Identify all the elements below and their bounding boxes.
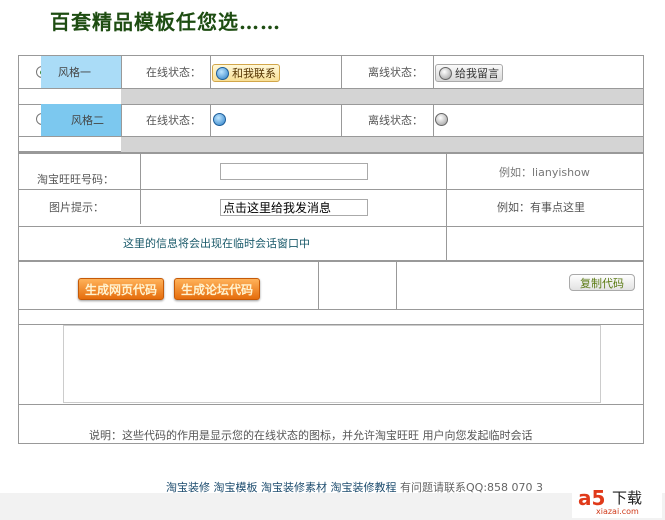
copy-code-button[interactable]: 复制代码 [569, 274, 635, 291]
wangwang-offline-icon [439, 66, 452, 80]
online-label: 在线状态： [146, 66, 201, 79]
footer-bar [0, 493, 665, 520]
contact-me-button[interactable]: 和我联系 [212, 64, 280, 82]
generate-forum-code-button[interactable]: 生成论坛代码 [174, 278, 261, 300]
wangwang-label: 淘宝旺旺号码： [37, 173, 114, 186]
code-output-textarea[interactable] [63, 325, 601, 403]
page-title: 百套精品模板任您选…… [50, 10, 281, 34]
leave-message-button[interactable]: 给我留言 [435, 64, 503, 82]
watermark-site: xiazai.com [596, 507, 639, 516]
leave-message-label: 给我留言 [455, 67, 499, 80]
style2-label: 风格二 [41, 104, 121, 136]
footer-link[interactable]: 淘宝装修教程 [331, 481, 397, 494]
separator-bar [121, 136, 643, 152]
description-text: 说明：这些代码的作用是显示您的在线状态的图标，并允许淘宝旺旺 用户向您发起临时会… [89, 429, 533, 442]
wangwang-offline-icon[interactable] [435, 113, 448, 126]
contact-me-label: 和我联系 [232, 67, 276, 80]
online-label: 在线状态： [146, 114, 201, 127]
tip-example: 例如：有事点这里 [497, 201, 585, 214]
offline-label: 离线状态： [368, 66, 423, 79]
separator-bar [121, 88, 643, 104]
info-text: 这里的信息将会出现在临时会话窗口中 [123, 237, 310, 250]
footer-link[interactable]: 淘宝模板 [214, 481, 258, 494]
style1-label: 风格一 [41, 56, 121, 88]
tip-input[interactable] [220, 199, 368, 216]
footer-link[interactable]: 淘宝装修 [166, 481, 210, 494]
wangwang-example: 例如：lianyishow [499, 166, 590, 179]
wangwang-input[interactable] [220, 163, 368, 180]
settings-form: 淘宝旺旺号码： 例如：lianyishow 图片提示： 例如：有事点这里 这里的… [18, 152, 644, 261]
footer: 淘宝装修 淘宝模板 淘宝装修素材 淘宝装修教程 有问题请联系QQ:858 070… [166, 479, 543, 495]
watermark-logo: a5 下载 xiazai.com [572, 486, 662, 518]
style-table: 风格一 在线状态： 和我联系 离线状态： 给我留言 风格二 在线状态： 离线状态… [18, 55, 644, 152]
action-row: 生成网页代码 生成论坛代码 复制代码 说明：这些代码的作用是显示您的在线状态的图… [18, 260, 644, 444]
generate-web-code-button[interactable]: 生成网页代码 [78, 278, 165, 300]
wangwang-online-icon [216, 66, 229, 80]
offline-label: 离线状态： [368, 114, 423, 127]
footer-link[interactable]: 淘宝装修素材 [261, 481, 327, 494]
tip-label: 图片提示： [49, 201, 104, 214]
wangwang-online-icon[interactable] [213, 113, 226, 126]
watermark-text: 下载 [612, 489, 643, 507]
footer-contact: 有问题请联系QQ:858 070 3 [400, 481, 544, 494]
